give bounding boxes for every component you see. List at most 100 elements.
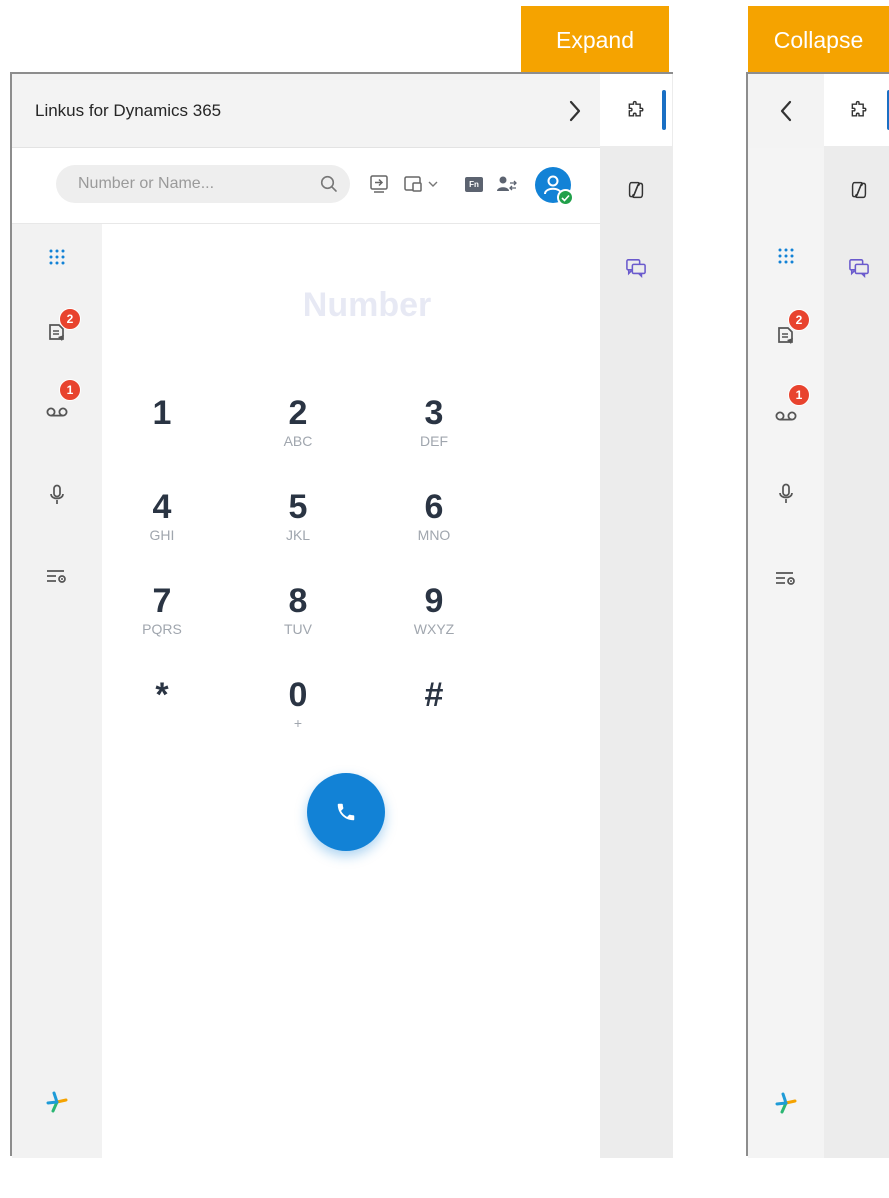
key-digit: 1	[152, 394, 172, 432]
nav-voicemail[interactable]: 1	[748, 384, 824, 436]
dialpad-icon	[49, 249, 65, 265]
key-digit: 7	[152, 582, 172, 620]
voicemail-icon	[775, 411, 797, 421]
dialpad-key[interactable]: 4 GHI	[117, 488, 207, 568]
panel-header: Linkus for Dynamics 365	[12, 74, 600, 148]
list-settings-icon	[776, 572, 795, 585]
rail-copilot-tab[interactable]	[824, 154, 889, 226]
search-bar[interactable]	[56, 165, 350, 203]
right-rail	[600, 74, 673, 1158]
key-letters: ABC	[283, 433, 313, 449]
chevron-left-icon	[780, 100, 792, 122]
key-digit: *	[155, 676, 169, 714]
key-letters: MNO	[417, 527, 451, 543]
collapse-chevron-button[interactable]	[550, 74, 600, 148]
dialpad-icon	[778, 248, 794, 264]
right-rail	[824, 74, 889, 1158]
search-input[interactable]	[78, 175, 298, 193]
voicemail-badge: 1	[788, 384, 810, 406]
call-log-badge: 2	[59, 308, 81, 330]
puzzle-icon	[628, 100, 644, 117]
expanded-panel: Linkus for Dynamics 365 Fn	[10, 72, 673, 1158]
dialpad-key[interactable]: 8 TUV	[253, 582, 343, 662]
left-nav: 2 1	[12, 224, 102, 1158]
yeastar-logo	[12, 1082, 102, 1122]
expand-chevron-button[interactable]	[748, 74, 824, 148]
phone-icon	[337, 803, 355, 821]
dialpad-key[interactable]: 9 WXYZ	[389, 582, 479, 662]
key-digit: 2	[288, 394, 308, 432]
dialpad-key[interactable]: 5 JKL	[253, 488, 343, 568]
collapse-label: Collapse	[748, 6, 889, 74]
device-select-dropdown[interactable]	[404, 173, 444, 195]
avatar[interactable]	[535, 167, 574, 206]
nav-dialpad[interactable]	[12, 237, 102, 277]
key-letters: JKL	[285, 527, 311, 543]
contact-transfer-icon[interactable]	[496, 173, 518, 195]
key-letters: GHI	[149, 527, 175, 543]
key-digit: #	[424, 676, 444, 714]
nav-call-logs[interactable]: 2	[748, 309, 824, 356]
dialpad-key[interactable]: 3 DEF	[389, 394, 479, 474]
transfer-icon[interactable]	[368, 173, 390, 195]
key-digit: 8	[288, 582, 308, 620]
key-letters: TUV	[284, 621, 312, 637]
check-icon	[561, 194, 570, 202]
voicemail-icon	[46, 407, 68, 417]
toolbar: Fn	[12, 148, 600, 224]
dialpad-key[interactable]: 1	[117, 394, 207, 474]
key-digit: 5	[288, 488, 308, 526]
nav-dialpad[interactable]	[748, 236, 824, 276]
active-tab-indicator	[662, 90, 666, 130]
search-icon[interactable]	[320, 175, 338, 193]
key-letters: WXYZ	[413, 621, 455, 637]
microphone-icon	[779, 483, 793, 503]
nav-recordings[interactable]	[12, 475, 102, 515]
dialpad-key[interactable]: *	[117, 676, 207, 756]
key-letters: DEF	[420, 433, 448, 449]
list-settings-icon	[47, 570, 66, 583]
nav-settings[interactable]	[748, 558, 824, 598]
chat-icon	[626, 259, 646, 278]
nav-call-logs[interactable]: 2	[12, 308, 102, 353]
chevron-right-icon	[569, 100, 581, 121]
key-digit: 9	[424, 582, 444, 620]
puzzle-icon	[851, 100, 867, 117]
copilot-icon	[628, 181, 644, 199]
fn-key-button[interactable]: Fn	[463, 173, 485, 195]
key-letters: +	[293, 715, 303, 731]
presence-badge	[557, 189, 574, 206]
chat-icon	[849, 259, 869, 278]
key-digit: 4	[152, 488, 172, 526]
expand-label: Expand	[521, 6, 669, 74]
dialpad-key[interactable]: 0 +	[253, 676, 343, 756]
dialpad-key[interactable]: 6 MNO	[389, 488, 479, 568]
nav-voicemail[interactable]: 1	[12, 379, 102, 432]
call-log-badge: 2	[788, 309, 810, 331]
key-letters: PQRS	[142, 621, 182, 637]
dialpad-key[interactable]: 7 PQRS	[117, 582, 207, 662]
fn-icon: Fn	[465, 176, 483, 192]
copilot-icon	[851, 181, 867, 199]
app-title: Linkus for Dynamics 365	[35, 100, 222, 120]
device-icon	[404, 176, 438, 192]
rail-chat-tab[interactable]	[600, 232, 672, 304]
key-digit: 0	[288, 676, 308, 714]
rail-addin-tab[interactable]	[600, 74, 672, 146]
rail-chat-tab[interactable]	[824, 232, 889, 304]
nav-settings[interactable]	[12, 556, 102, 596]
yeastar-logo-icon	[775, 1092, 797, 1114]
microphone-icon	[50, 484, 64, 504]
collapsed-panel: 2 1	[746, 72, 889, 1158]
voicemail-badge: 1	[59, 379, 81, 401]
key-digit: 3	[424, 394, 444, 432]
number-display: Number	[302, 286, 432, 324]
collapsed-left-nav: 2 1	[748, 148, 824, 1158]
dialpad-key[interactable]: #	[389, 676, 479, 756]
nav-recordings[interactable]	[748, 474, 824, 514]
rail-addin-tab[interactable]	[824, 74, 889, 146]
call-button[interactable]	[307, 773, 385, 851]
rail-copilot-tab[interactable]	[600, 154, 672, 226]
yeastar-logo	[748, 1083, 824, 1123]
dialpad-key[interactable]: 2 ABC	[253, 394, 343, 474]
